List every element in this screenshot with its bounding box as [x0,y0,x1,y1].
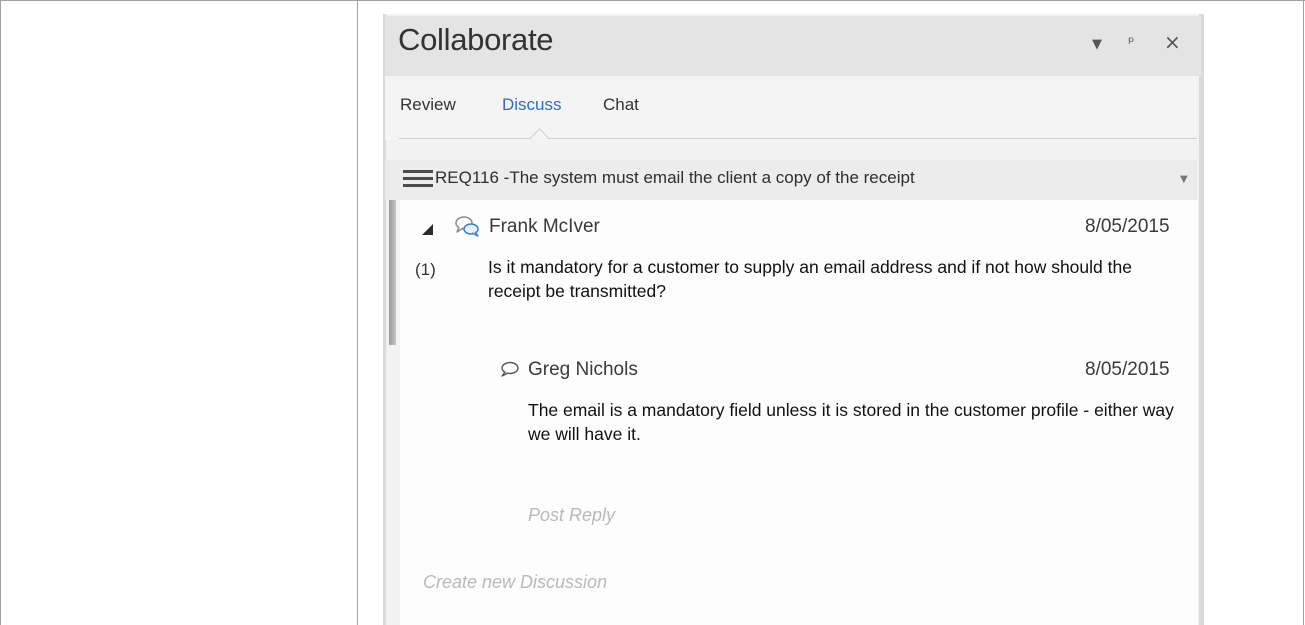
tab-discuss[interactable]: Discuss [502,95,562,115]
table-border-right [1303,0,1304,625]
pin-icon[interactable]: ᵖ [1128,33,1134,51]
tab-review[interactable]: Review [400,95,456,115]
post-reply-input[interactable]: Post Reply [528,505,615,526]
reply-speech-icon [501,361,519,377]
discussion-author: Frank McIver [489,216,600,237]
reply-message: The email is a mandatory field unless it… [528,400,1174,444]
panel-right-edge [1199,14,1204,625]
chevron-down-icon[interactable]: ▼ [1180,174,1188,185]
panel-title: Collaborate [398,22,554,57]
tab-underline [399,138,1197,139]
discussion-message: Is it mandatory for a customer to supply… [488,257,1132,301]
discussion-icon [455,216,479,237]
table-column-divider [357,0,358,625]
collapse-triangle-icon[interactable] [422,224,433,235]
table-border-left [0,0,1,625]
tab-chat[interactable]: Chat [603,95,639,115]
reply-date: 8/05/2015 [1085,359,1170,380]
reply-count: (1) [415,260,436,279]
create-discussion-input[interactable]: Create new Discussion [423,572,607,593]
hamburger-menu-icon[interactable] [403,170,433,188]
table-border-top [0,0,1305,1]
dropdown-icon[interactable]: ▼ [1092,37,1102,52]
discussion-date: 8/05/2015 [1085,216,1170,237]
reply-author: Greg Nichols [528,359,638,380]
close-icon[interactable]: × [1164,30,1181,54]
thread-selection-bar [389,200,396,345]
element-selector-label: REQ116 -The system must email the client… [435,168,915,187]
